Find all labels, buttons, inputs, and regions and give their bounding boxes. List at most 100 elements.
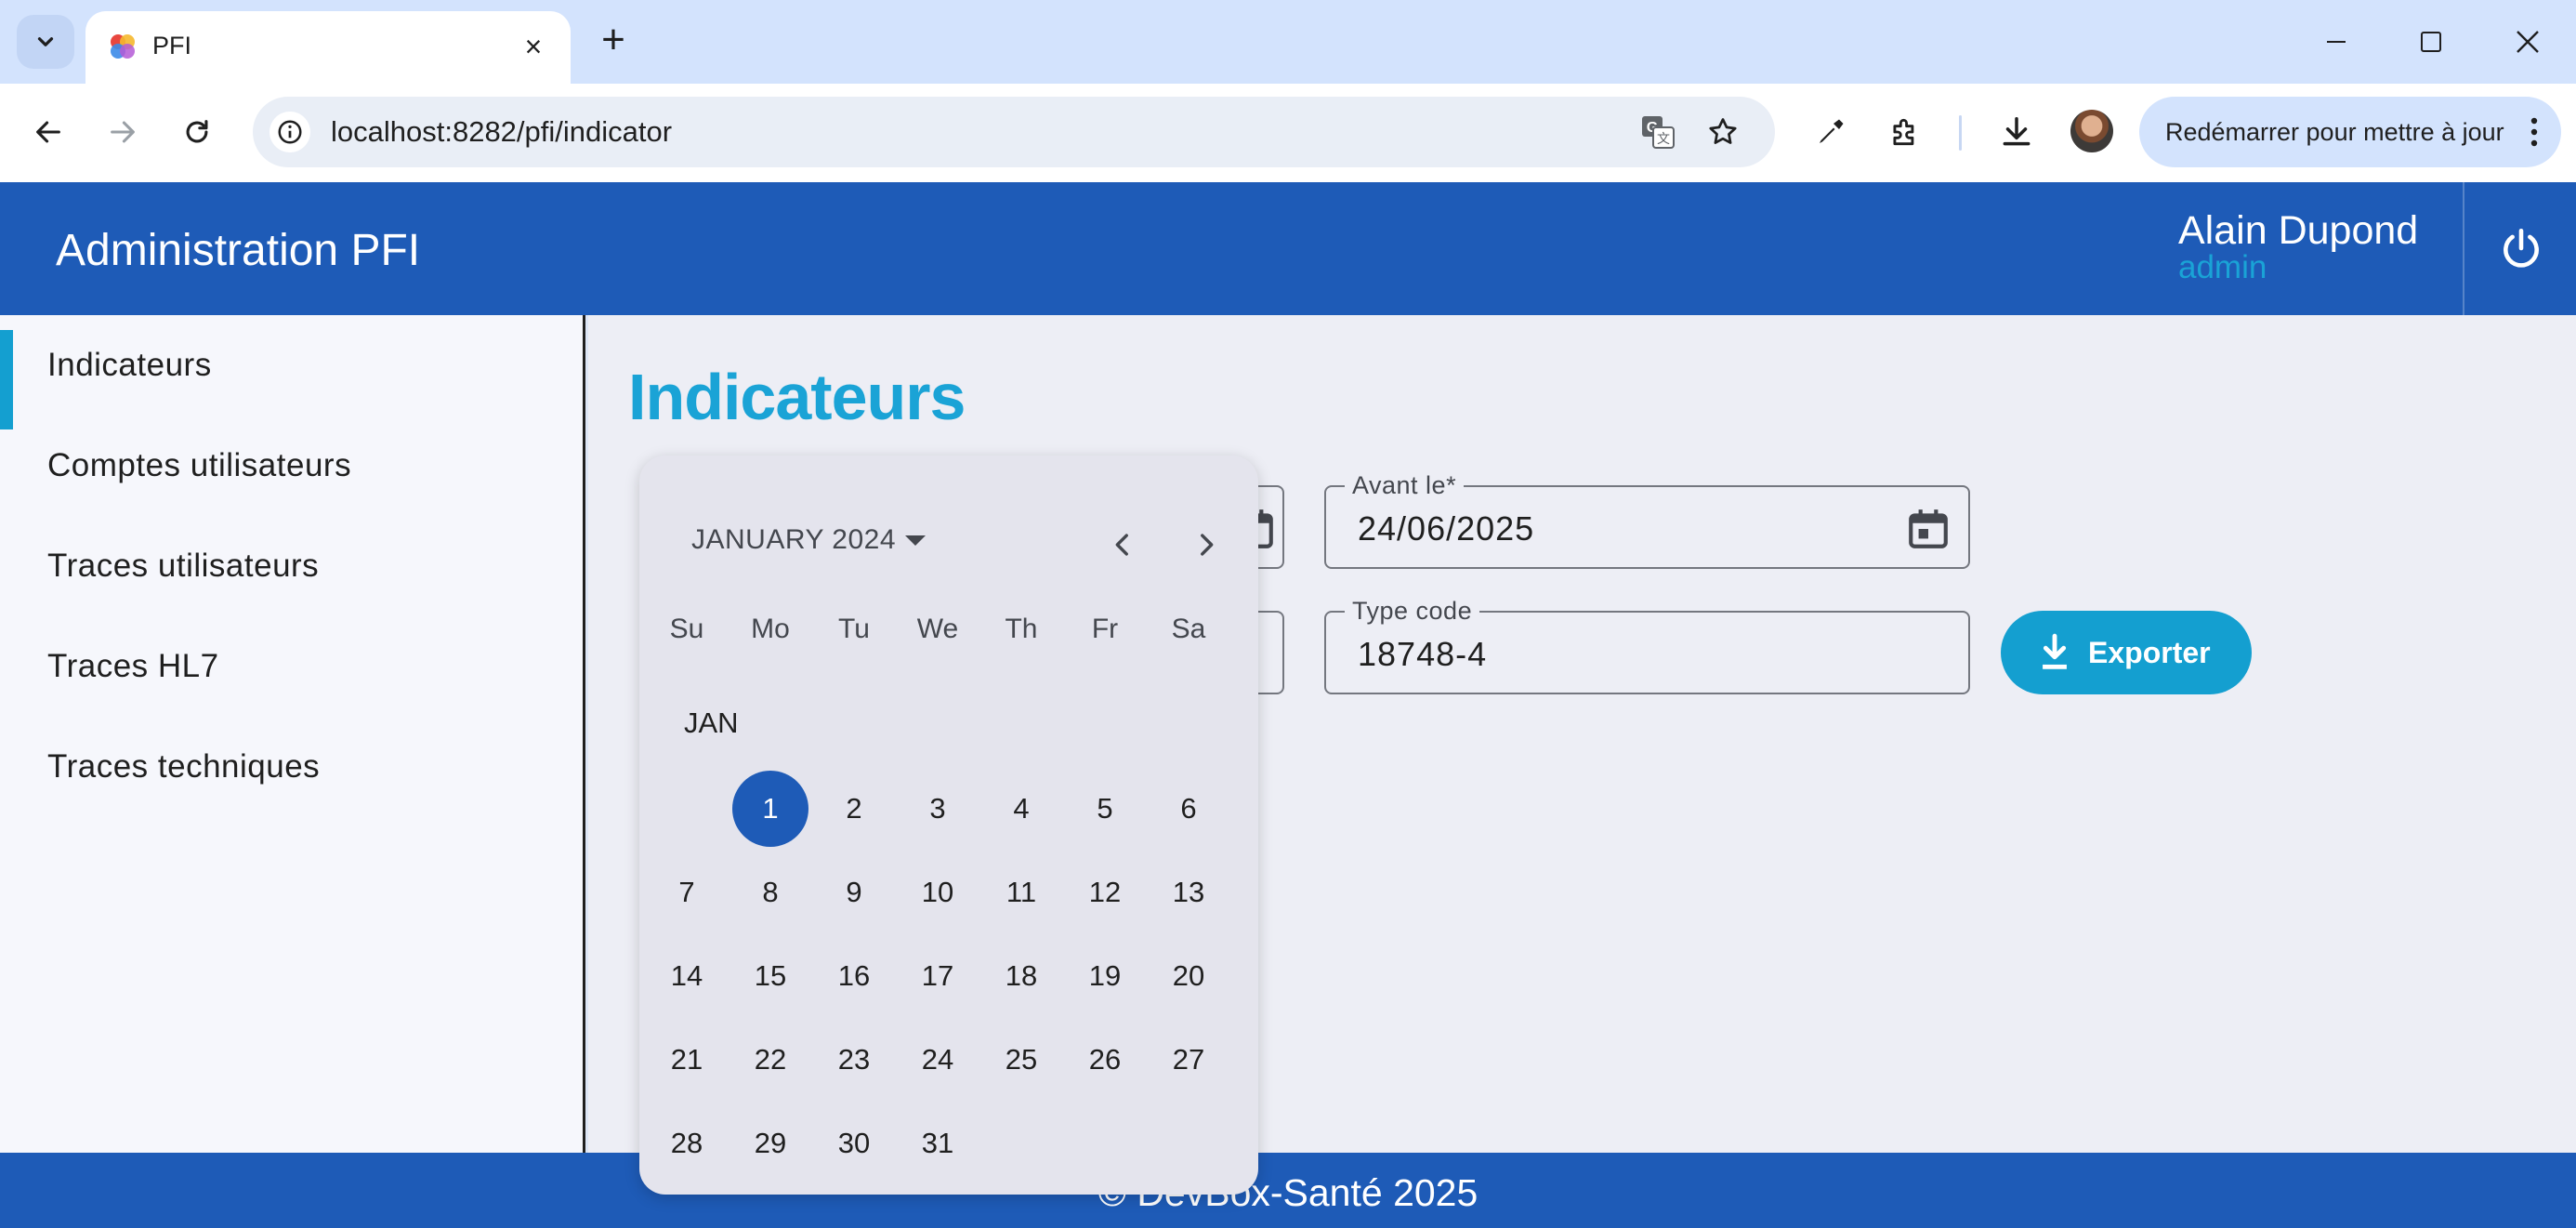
calendar-day[interactable]: 23 <box>816 1022 892 1098</box>
next-month-button[interactable] <box>1178 517 1234 573</box>
header-separator <box>2463 182 2464 315</box>
calendar-day[interactable]: 18 <box>983 938 1059 1014</box>
back-button[interactable] <box>20 104 76 160</box>
calendar-day[interactable]: 29 <box>732 1105 808 1182</box>
browser-tab-strip: PFI × + <box>0 0 2576 84</box>
more-vert-icon[interactable] <box>2520 113 2548 151</box>
previous-month-button[interactable] <box>1095 517 1150 573</box>
weekday-header: Mo <box>751 614 790 644</box>
minimize-window-button[interactable] <box>2299 13 2373 71</box>
calendar-day[interactable]: 7 <box>649 854 725 931</box>
type-code-value[interactable]: 18748-4 <box>1358 635 1487 674</box>
calendar-day[interactable]: 9 <box>816 854 892 931</box>
calendar-day-selected[interactable]: 1 <box>732 771 808 847</box>
calendar-day[interactable]: 31 <box>900 1105 976 1182</box>
calendar-day[interactable]: 16 <box>816 938 892 1014</box>
close-tab-icon[interactable]: × <box>515 28 552 65</box>
sidebar-item-label: Traces utilisateurs <box>47 548 320 584</box>
before-date-field[interactable]: Avant le* 24/06/2025 <box>1324 471 1970 569</box>
calendar-day[interactable]: 14 <box>649 938 725 1014</box>
caret-down-icon[interactable] <box>905 535 926 546</box>
calendar-day[interactable]: 28 <box>649 1105 725 1182</box>
extensions-icon[interactable] <box>1881 108 1929 156</box>
close-icon <box>2517 31 2539 53</box>
calendar-day[interactable]: 24 <box>900 1022 976 1098</box>
sidebar-item-label: Traces techniques <box>47 748 321 785</box>
power-icon <box>2504 228 2539 268</box>
chevron-left-icon <box>1115 534 1128 556</box>
forward-button[interactable] <box>95 104 151 160</box>
calendar-day[interactable]: 26 <box>1067 1022 1143 1098</box>
weekday-header: Sa <box>1171 614 1206 644</box>
chevron-down-icon <box>37 37 54 46</box>
sidebar-item-label: Comptes utilisateurs <box>47 447 352 483</box>
before-date-value[interactable]: 24/06/2025 <box>1358 509 1534 548</box>
svg-text:文: 文 <box>1657 131 1670 146</box>
weekday-header: Tu <box>838 614 870 644</box>
footer-copyright: © DevBox-Santé 2025 <box>1097 1171 1479 1214</box>
restart-label: Redémarrer pour mettre à jour <box>2165 118 2504 146</box>
weekday-header: Th <box>1005 614 1038 644</box>
calendar-icon[interactable] <box>1905 506 1952 552</box>
close-window-button[interactable] <box>2491 13 2565 71</box>
calendar-day[interactable]: 30 <box>816 1105 892 1182</box>
sidebar: Indicateurs Comptes utilisateurs Traces … <box>0 315 585 1153</box>
browser-toolbar: localhost:8282/pfi/indicator G文 Redémarr… <box>0 84 2576 182</box>
calendar-day[interactable]: 10 <box>900 854 976 931</box>
new-tab-button[interactable]: + <box>591 19 636 63</box>
calendar-day[interactable]: 6 <box>1150 771 1227 847</box>
sidebar-item-comptes-utilisateurs[interactable]: Comptes utilisateurs <box>0 416 583 516</box>
calendar-day[interactable]: 12 <box>1067 854 1143 931</box>
sidebar-item-traces-hl7[interactable]: Traces HL7 <box>0 616 583 717</box>
export-button[interactable]: Exporter <box>2001 611 2252 694</box>
sidebar-item-traces-techniques[interactable]: Traces techniques <box>0 717 583 817</box>
calendar-day[interactable]: 22 <box>732 1022 808 1098</box>
weekday-header: Fr <box>1091 614 1119 644</box>
eyedropper-icon[interactable] <box>1807 108 1855 156</box>
before-date-label: Avant le* <box>1345 471 1465 500</box>
toolbar-separator <box>1959 115 1962 151</box>
sidebar-item-traces-utilisateurs[interactable]: Traces utilisateurs <box>0 516 583 616</box>
download-icon[interactable] <box>1992 108 2041 156</box>
type-code-label: Type code <box>1345 597 1480 626</box>
reload-icon <box>186 120 208 143</box>
calendar-day[interactable]: 11 <box>983 854 1059 931</box>
type-code-field[interactable]: Type code 18748-4 <box>1324 597 1970 694</box>
app-favicon-icon <box>111 34 135 59</box>
calendar-day[interactable]: 20 <box>1150 938 1227 1014</box>
chevron-right-icon <box>1201 534 1214 556</box>
period-select-button[interactable]: JANUARY 2024 <box>691 524 896 556</box>
maximize-window-button[interactable] <box>2394 13 2468 71</box>
calendar-day[interactable]: 17 <box>900 938 976 1014</box>
sidebar-item-label: Traces HL7 <box>47 648 219 684</box>
tab-title: PFI <box>152 32 192 59</box>
month-label: JAN <box>684 706 739 739</box>
tab-search-button[interactable] <box>17 15 74 69</box>
calendar-day[interactable]: 13 <box>1150 854 1227 931</box>
reload-button[interactable] <box>169 104 225 160</box>
address-bar[interactable]: localhost:8282/pfi/indicator G文 <box>253 97 1775 167</box>
calendar-day[interactable]: 25 <box>983 1022 1059 1098</box>
translate-icon[interactable]: G文 <box>1637 112 1678 152</box>
calendar-day[interactable]: 15 <box>732 938 808 1014</box>
site-info-icon[interactable] <box>269 112 310 152</box>
bookmark-star-icon[interactable] <box>1702 112 1743 152</box>
calendar-day[interactable]: 2 <box>816 771 892 847</box>
profile-avatar[interactable] <box>2070 110 2113 152</box>
calendar-day[interactable]: 21 <box>649 1022 725 1098</box>
calendar-day[interactable]: 4 <box>983 771 1059 847</box>
download-icon <box>2043 633 2067 669</box>
calendar-day[interactable]: 3 <box>900 771 976 847</box>
calendar-day[interactable]: 19 <box>1067 938 1143 1014</box>
restart-to-update-button[interactable]: Redémarrer pour mettre à jour <box>2139 97 2561 167</box>
url-text[interactable]: localhost:8282/pfi/indicator <box>331 115 672 149</box>
calendar-day[interactable]: 5 <box>1067 771 1143 847</box>
arrow-right-icon <box>111 121 135 143</box>
sidebar-item-indicateurs[interactable]: Indicateurs <box>0 315 583 429</box>
browser-tab[interactable]: PFI × <box>85 11 571 84</box>
logout-button[interactable] <box>2491 218 2552 279</box>
calendar-day[interactable]: 8 <box>732 854 808 931</box>
datepicker-popup: JANUARY 2024 Su Mo Tu We Th Fr Sa JAN 12345678… <box>639 456 1258 1195</box>
calendar-day[interactable]: 27 <box>1150 1022 1227 1098</box>
app-header: Administration PFI Alain Dupond admin <box>0 182 2576 315</box>
